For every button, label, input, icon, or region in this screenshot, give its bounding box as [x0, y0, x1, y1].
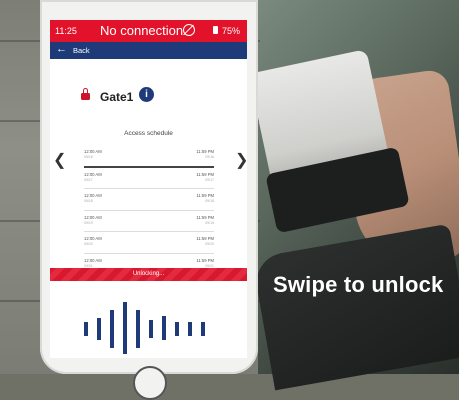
wave-bar — [175, 322, 179, 336]
schedule-row[interactable]: 12:00 AM 11:59 PM 09/16 09/16 — [84, 145, 214, 168]
row-start-date: 09/19 — [84, 220, 93, 225]
row-start: 12:00 AM — [84, 214, 102, 220]
status-time: 11:25 — [55, 26, 77, 36]
wave-bar — [188, 322, 192, 336]
wave-bar — [162, 316, 166, 340]
chevron-left-icon[interactable]: ❮ — [53, 150, 66, 170]
row-start-date: 09/21 — [84, 263, 93, 268]
wave-bar — [123, 302, 127, 354]
row-start-date: 09/16 — [84, 155, 93, 159]
row-end: 11:59 PM — [196, 214, 214, 220]
unlocking-banner: Unlocking... — [50, 268, 247, 281]
row-end: 11:59 PM — [196, 257, 214, 263]
row-end-date: 09/20 — [205, 242, 214, 246]
home-button[interactable] — [133, 366, 167, 400]
row-start-date: 09/17 — [84, 177, 93, 182]
wave-bar — [201, 322, 205, 336]
gate-title: Gate1 — [100, 90, 134, 104]
wave-bar — [149, 320, 153, 338]
row-end-date: 09/18 — [205, 199, 214, 203]
schedule-row[interactable]: 12:00 AM 11:59 PM 09/18 09/18 — [84, 189, 214, 211]
row-start: 12:00 AM — [84, 257, 102, 263]
row-end-date: 09/16 — [205, 155, 214, 159]
battery-percent: 75% — [222, 26, 241, 36]
sound-wave — [50, 282, 247, 358]
schedule-row[interactable]: 12:00 AM 11:59 PM 09/20 09/20 — [84, 232, 214, 254]
connection-status: No connection — [100, 23, 184, 38]
wave-bar — [136, 310, 140, 348]
arrow-left-icon[interactable]: ← — [56, 43, 67, 55]
app-screen: 11:25 No connection 75% ← Back Gate1 i A… — [50, 20, 247, 358]
chevron-right-icon[interactable]: ❯ — [235, 150, 247, 170]
info-icon[interactable]: i — [139, 87, 154, 102]
lock-icon — [81, 88, 90, 100]
schedule-list: 12:00 AM 11:59 PM 09/16 09/16 12:00 AM 1… — [84, 145, 214, 275]
row-start-date: 09/18 — [84, 199, 93, 203]
status-bar: 11:25 No connection 75% — [50, 20, 247, 42]
no-signal-icon — [183, 24, 195, 36]
row-start: 12:00 AM — [84, 171, 102, 177]
row-end-date: 09/19 — [205, 220, 214, 225]
row-end: 11:59 PM — [196, 193, 214, 198]
nav-bar: ← Back — [50, 42, 247, 59]
schedule-row[interactable]: 12:00 AM 11:59 PM 09/17 09/17 — [84, 168, 214, 189]
row-start: 12:00 AM — [84, 236, 102, 241]
row-start: 12:00 AM — [84, 193, 102, 198]
row-end: 11:59 PM — [196, 236, 214, 241]
row-end: 11:59 PM — [196, 171, 214, 177]
swipe-caption: Swipe to unlock — [273, 272, 444, 297]
wave-bar — [84, 322, 88, 336]
row-end-date: 09/17 — [205, 177, 214, 182]
schedule-row[interactable]: 12:00 AM 11:59 PM 09/19 09/19 — [84, 211, 214, 232]
wave-bar — [110, 310, 114, 348]
row-end: 11:59 PM — [196, 149, 214, 154]
battery-icon — [213, 26, 218, 34]
row-start-date: 09/20 — [84, 242, 93, 246]
back-button[interactable]: Back — [73, 46, 90, 55]
wave-bar — [97, 318, 101, 340]
row-end-date: 09/21 — [205, 263, 214, 268]
row-start: 12:00 AM — [84, 149, 102, 154]
schedule-title: Access schedule — [124, 130, 173, 137]
